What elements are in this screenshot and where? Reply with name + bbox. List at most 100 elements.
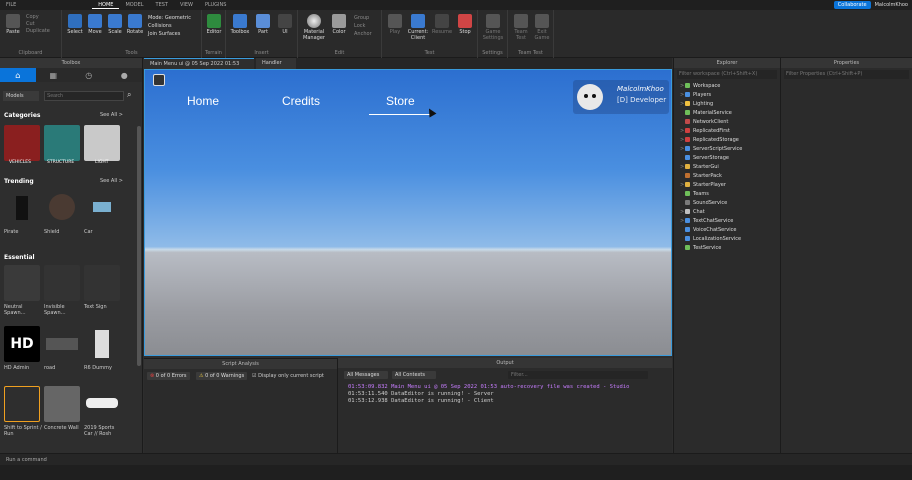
errors-filter[interactable]: ⊗ 0 of 0 Errors bbox=[147, 372, 190, 380]
terrain-group: Editor Terrain bbox=[202, 10, 226, 58]
team-test-button[interactable]: Team Test bbox=[511, 14, 531, 41]
text-sign-item[interactable] bbox=[84, 265, 120, 301]
select-button[interactable]: Select bbox=[66, 14, 84, 35]
invisible-spawn-item[interactable] bbox=[44, 265, 80, 301]
toolbox-button[interactable]: Toolbox bbox=[229, 14, 251, 35]
inventory-tab[interactable]: ▦ bbox=[36, 68, 72, 82]
tools-options[interactable]: Mode: Geometric Collisions Join Surfaces bbox=[148, 14, 191, 38]
menu-tab-file[interactable]: FILE bbox=[0, 2, 22, 8]
play-button[interactable]: Play bbox=[386, 14, 404, 35]
team-test-group: Team Test Exit Game Team Test bbox=[508, 10, 554, 58]
explorer-item[interactable]: NetworkClient bbox=[674, 117, 780, 126]
rotate-button[interactable]: Rotate bbox=[126, 14, 144, 35]
status-bar bbox=[0, 465, 912, 480]
edit-options[interactable]: Group Lock Anchor bbox=[354, 14, 372, 38]
trending-see-all[interactable]: See All > bbox=[100, 178, 123, 184]
collaborate-button[interactable]: Collaborate bbox=[833, 1, 871, 9]
command-bar[interactable]: Run a command bbox=[0, 453, 912, 465]
explorer-item-label: TextChatService bbox=[693, 217, 734, 224]
menu-tab-view[interactable]: VIEW bbox=[174, 2, 199, 8]
current-client-button[interactable]: Current: Client bbox=[406, 14, 430, 41]
paste-button[interactable]: Paste bbox=[4, 14, 22, 35]
main-menu-tab[interactable]: Main Menu ui @ 05 Sep 2022 01:53 bbox=[144, 58, 254, 69]
explorer-item[interactable]: > Chat bbox=[674, 207, 780, 216]
structure-category[interactable] bbox=[44, 125, 80, 161]
insert-group: Toolbox Part UI Insert bbox=[226, 10, 298, 58]
explorer-title: Explorer bbox=[674, 58, 780, 68]
explorer-item[interactable]: > TextChatService bbox=[674, 216, 780, 225]
roblox-menu-icon[interactable] bbox=[153, 74, 165, 86]
script-analysis-panel: Script Analysis ⊗ 0 of 0 Errors ⚠ 0 of 0… bbox=[144, 358, 337, 453]
explorer-item[interactable]: > Workspace bbox=[674, 81, 780, 90]
display-current-checkbox[interactable]: ☑ Display only current script bbox=[252, 373, 324, 379]
stop-button[interactable]: Stop bbox=[456, 14, 474, 35]
explorer-item[interactable]: ServerStorage bbox=[674, 153, 780, 162]
toolbox-search-input[interactable] bbox=[44, 91, 124, 101]
models-dropdown[interactable]: Models bbox=[3, 91, 39, 101]
exit-game-button[interactable]: Exit Game bbox=[532, 14, 552, 41]
explorer-item[interactable]: Teams bbox=[674, 189, 780, 198]
pirate-item[interactable] bbox=[4, 190, 40, 226]
resume-button[interactable]: Resume bbox=[432, 14, 452, 35]
move-button[interactable]: Move bbox=[86, 14, 104, 35]
material-manager-button[interactable]: Material Manager bbox=[301, 14, 327, 41]
handler-tab[interactable]: Handler bbox=[256, 58, 296, 69]
scale-button[interactable]: Scale bbox=[106, 14, 124, 35]
explorer-item-label: Workspace bbox=[693, 82, 721, 89]
concrete-wall-label: Concrete Wall bbox=[44, 425, 79, 431]
categories-see-all[interactable]: See All > bbox=[100, 112, 123, 118]
game-viewport[interactable]: Home Credits Store MalcolmKhoo [D] Devel… bbox=[144, 69, 672, 356]
concrete-wall-item[interactable] bbox=[44, 386, 80, 422]
menu-tab-home[interactable]: HOME bbox=[92, 2, 120, 9]
light-category[interactable] bbox=[84, 125, 120, 161]
recent-tab[interactable]: ◷ bbox=[71, 68, 107, 82]
explorer-item[interactable]: > ReplicatedStorage bbox=[674, 135, 780, 144]
terrain-editor-button[interactable]: Editor bbox=[205, 14, 223, 35]
menu-tab-test[interactable]: TEST bbox=[150, 2, 174, 8]
explorer-item[interactable]: VoiceChatService bbox=[674, 225, 780, 234]
shield-item[interactable] bbox=[44, 190, 80, 226]
warnings-filter[interactable]: ⚠ 0 of 0 Warnings bbox=[196, 372, 248, 380]
neutral-spawn-item[interactable] bbox=[4, 265, 40, 301]
menu-tab-plugins[interactable]: PLUGINS bbox=[199, 2, 232, 8]
clipboard-actions[interactable]: Copy Cut Duplicate bbox=[26, 14, 50, 35]
user-name[interactable]: MalcolmKhoo bbox=[875, 2, 908, 8]
explorer-item[interactable]: > Players bbox=[674, 90, 780, 99]
explorer-item[interactable]: > Lighting bbox=[674, 99, 780, 108]
explorer-item[interactable]: > ServerScriptService bbox=[674, 144, 780, 153]
toolbox-scrollbar[interactable] bbox=[137, 126, 141, 366]
nav-credits[interactable]: Credits bbox=[282, 94, 320, 108]
road-item[interactable] bbox=[44, 326, 80, 362]
hd-admin-item[interactable]: HD bbox=[4, 326, 40, 362]
color-icon bbox=[332, 14, 346, 28]
nav-store[interactable]: Store bbox=[386, 94, 415, 108]
explorer-item[interactable]: > StarterGui bbox=[674, 162, 780, 171]
search-icon[interactable]: ⌕ bbox=[127, 90, 131, 100]
part-button[interactable]: Part bbox=[254, 14, 272, 35]
vehicles-category[interactable] bbox=[4, 125, 40, 161]
r6-dummy-item[interactable] bbox=[84, 326, 120, 362]
output-filter-input[interactable]: Filter... bbox=[508, 371, 648, 379]
explorer-filter-input[interactable]: Filter workspace (Ctrl+Shift+X) bbox=[677, 70, 777, 79]
explorer-item[interactable]: TestService bbox=[674, 243, 780, 252]
properties-filter-input[interactable]: Filter Properties (Ctrl+Shift+P) bbox=[784, 70, 909, 79]
messages-dropdown[interactable]: All Messages bbox=[344, 371, 388, 379]
explorer-item[interactable]: > ReplicatedFirst bbox=[674, 126, 780, 135]
menu-tab-model[interactable]: MODEL bbox=[119, 2, 149, 8]
nav-home[interactable]: Home bbox=[187, 94, 219, 108]
explorer-item[interactable]: > StarterPlayer bbox=[674, 180, 780, 189]
car-item[interactable] bbox=[84, 190, 120, 226]
color-button[interactable]: Color bbox=[330, 14, 348, 35]
explorer-item[interactable]: LocalizationService bbox=[674, 234, 780, 243]
explorer-item[interactable]: SoundService bbox=[674, 198, 780, 207]
creations-tab[interactable]: ● bbox=[107, 68, 143, 82]
marketplace-tab[interactable]: ⌂ bbox=[0, 68, 36, 82]
shift-sprint-item[interactable] bbox=[4, 386, 40, 422]
ui-button[interactable]: UI bbox=[276, 14, 294, 35]
explorer-item[interactable]: MaterialService bbox=[674, 108, 780, 117]
contexts-dropdown[interactable]: All Contexts bbox=[392, 371, 436, 379]
game-settings-button[interactable]: Game Settings bbox=[482, 14, 504, 41]
sports-car-item[interactable] bbox=[84, 386, 120, 422]
explorer-item[interactable]: StarterPack bbox=[674, 171, 780, 180]
structure-label: STRUCTURE bbox=[47, 160, 75, 165]
